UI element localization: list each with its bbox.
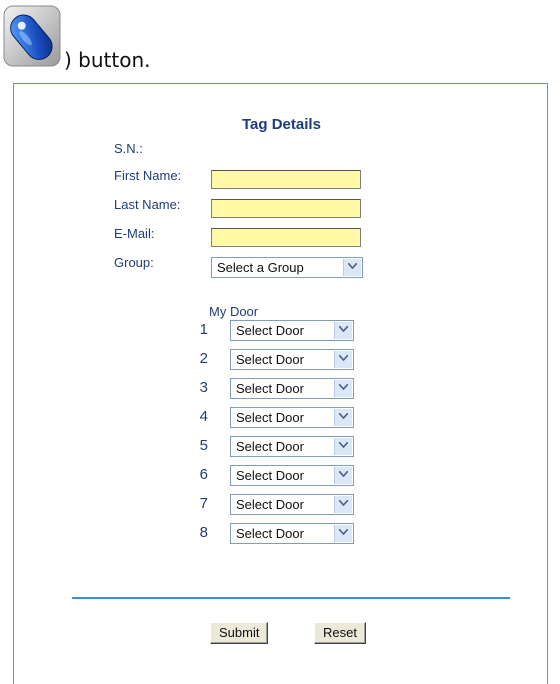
door-select-value: Select Door	[236, 497, 304, 512]
door-select[interactable]: Select Door	[230, 349, 354, 370]
first-name-field[interactable]	[211, 170, 361, 189]
door-number: 1	[199, 321, 208, 338]
door-select[interactable]: Select Door	[230, 378, 354, 399]
group-label: Group:	[114, 255, 154, 270]
door-number: 6	[199, 466, 208, 483]
reset-button[interactable]: Reset	[314, 622, 366, 644]
door-number: 3	[199, 379, 208, 396]
door-select-value: Select Door	[236, 323, 304, 338]
door-select[interactable]: Select Door	[230, 465, 354, 486]
group-select-value: Select a Group	[217, 260, 304, 275]
intro-text: ) button.	[64, 48, 151, 72]
chevron-down-icon[interactable]	[334, 525, 352, 542]
group-select[interactable]: Select a Group	[211, 257, 363, 278]
chevron-down-icon[interactable]	[334, 438, 352, 455]
door-select[interactable]: Select Door	[230, 407, 354, 428]
door-number: 5	[199, 437, 208, 454]
door-select-value: Select Door	[236, 526, 304, 541]
chevron-down-icon[interactable]	[334, 351, 352, 368]
chevron-down-icon[interactable]	[334, 380, 352, 397]
door-select-value: Select Door	[236, 352, 304, 367]
door-number: 8	[199, 524, 208, 541]
tag-details-panel: Tag Details S.N.: First Name: Last Name:…	[13, 83, 548, 684]
door-select-value: Select Door	[236, 381, 304, 396]
chevron-down-icon[interactable]	[334, 467, 352, 484]
chevron-down-icon[interactable]	[343, 259, 361, 276]
divider	[72, 597, 510, 599]
submit-button[interactable]: Submit	[210, 622, 269, 644]
blue-key-tag-icon	[2, 4, 62, 68]
door-select[interactable]: Select Door	[230, 320, 354, 341]
my-door-label: My Door	[209, 304, 259, 319]
door-number: 7	[199, 495, 208, 512]
last-name-field[interactable]	[211, 199, 361, 218]
email-label: E-Mail:	[114, 226, 155, 241]
first-name-label: First Name:	[114, 168, 182, 183]
door-select-value: Select Door	[236, 468, 304, 483]
chevron-down-icon[interactable]	[334, 322, 352, 339]
door-select-value: Select Door	[236, 439, 304, 454]
door-select[interactable]: Select Door	[230, 436, 354, 457]
intro-line: ) button.	[0, 0, 560, 80]
email-field[interactable]	[211, 228, 361, 247]
door-number: 2	[199, 350, 208, 367]
chevron-down-icon[interactable]	[334, 409, 352, 426]
door-select[interactable]: Select Door	[230, 523, 354, 544]
last-name-label: Last Name:	[114, 197, 181, 212]
sn-label: S.N.:	[114, 141, 143, 156]
door-select[interactable]: Select Door	[230, 494, 354, 515]
door-number: 4	[199, 408, 208, 425]
form-title: Tag Details	[242, 116, 321, 133]
chevron-down-icon[interactable]	[334, 496, 352, 513]
door-select-value: Select Door	[236, 410, 304, 425]
